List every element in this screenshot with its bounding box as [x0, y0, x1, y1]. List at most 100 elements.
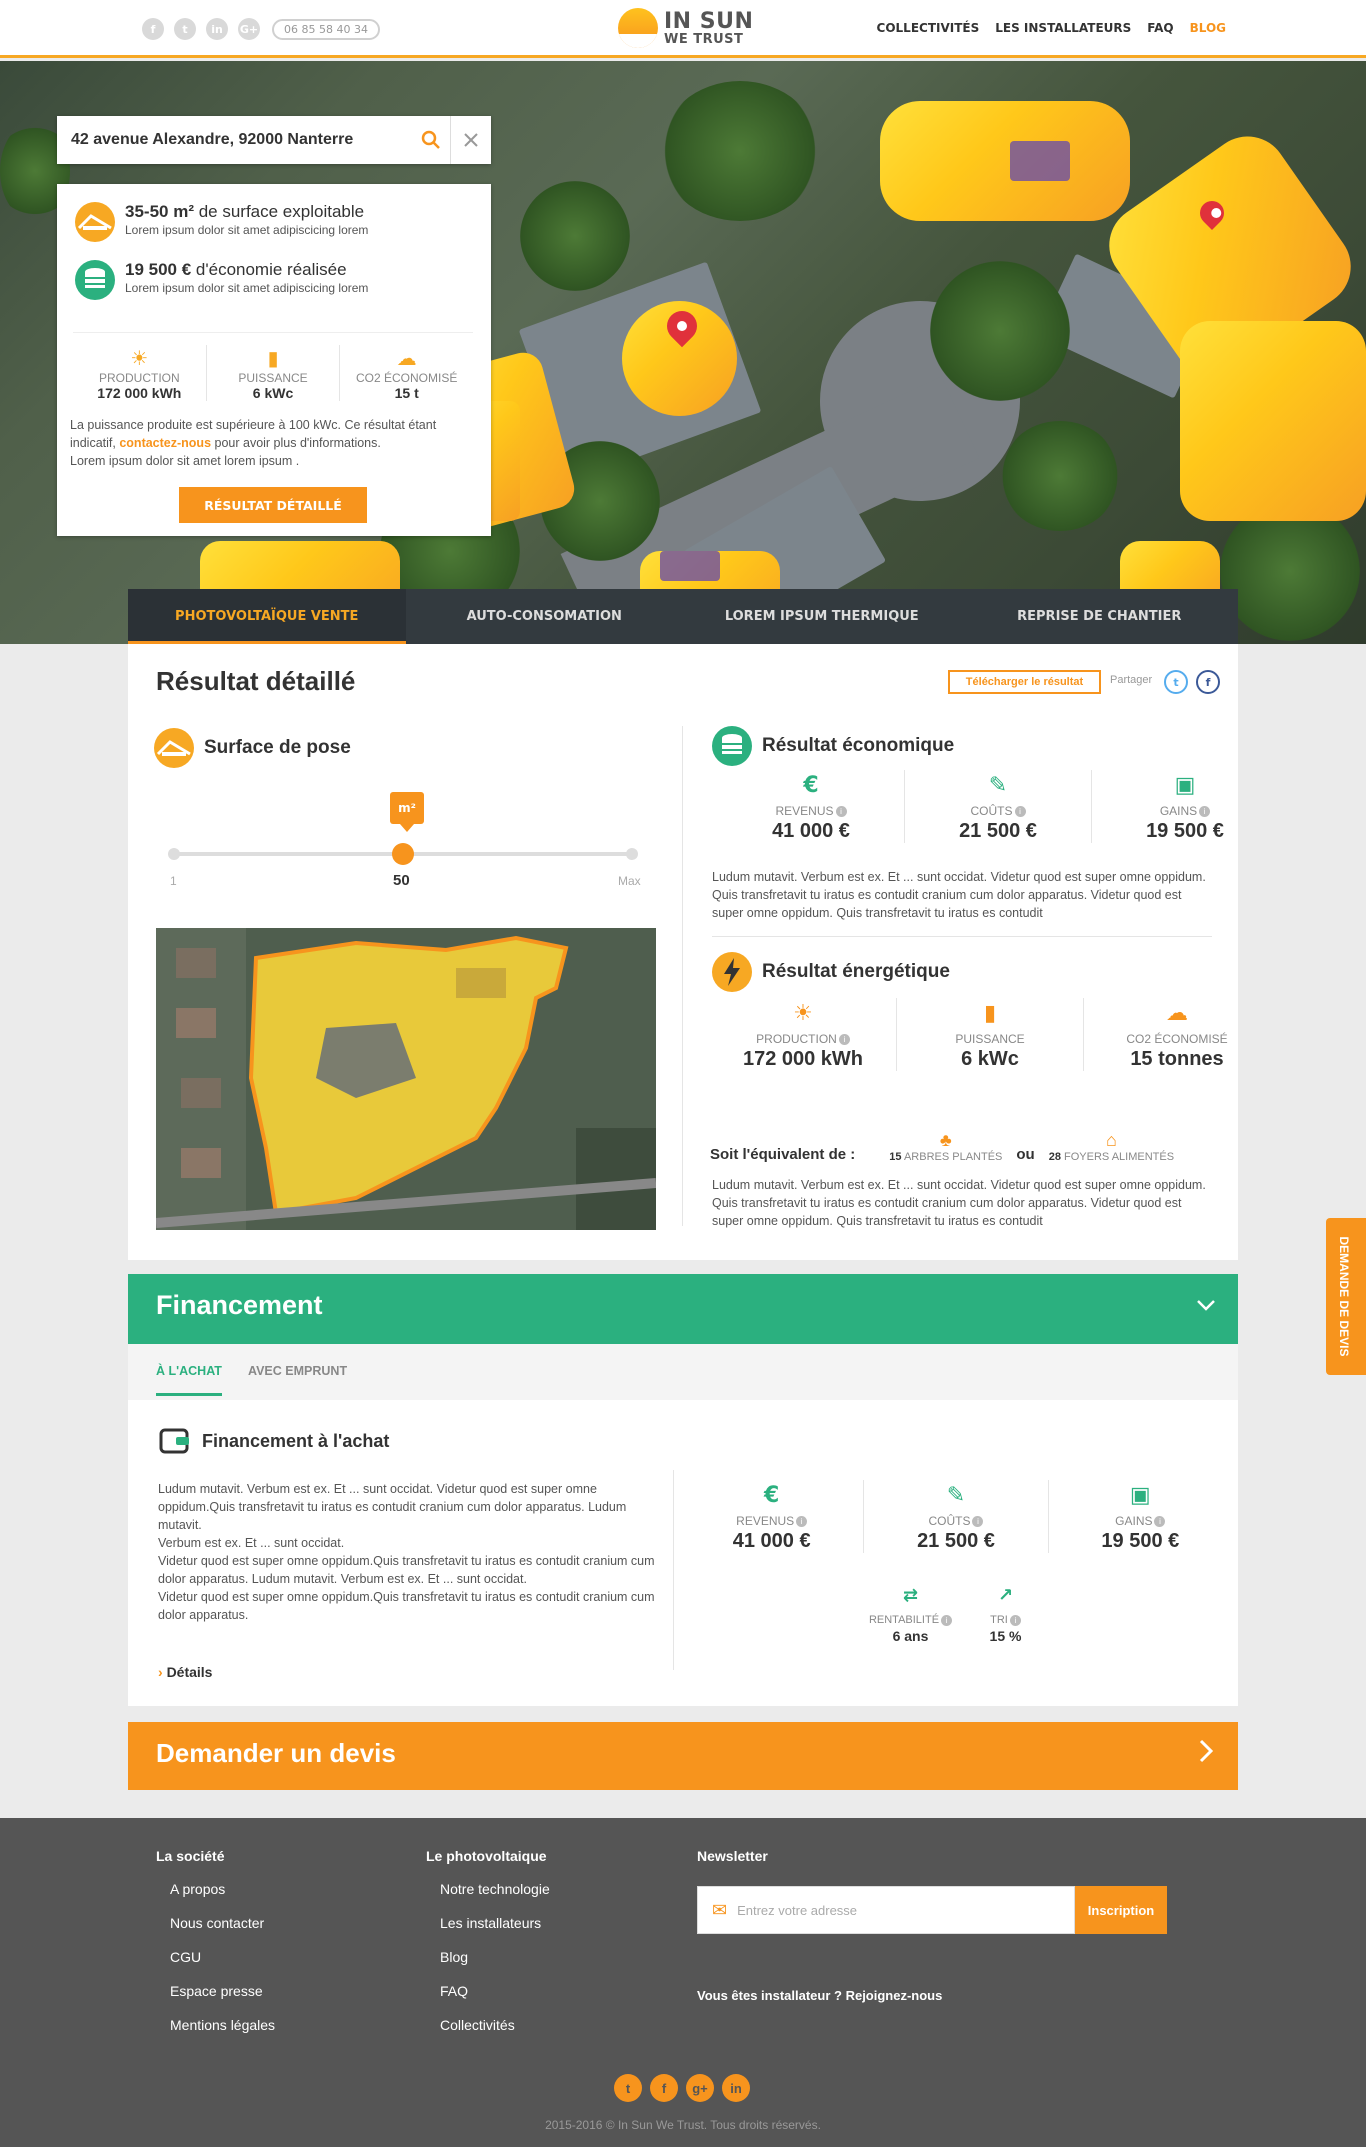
stat-label: REVENUS	[775, 804, 834, 818]
coins-icon	[712, 726, 752, 766]
chevron-down-icon[interactable]	[1196, 1294, 1216, 1318]
tab-thermique[interactable]: LOREM IPSUM THERMIQUE	[683, 589, 961, 644]
wrench-icon: ✎	[946, 1482, 966, 1508]
google-plus-icon[interactable]: G+	[238, 18, 260, 40]
footer-link[interactable]: CGU	[170, 1940, 275, 1974]
panel-note: La puissance produite est supérieure à 1…	[70, 416, 480, 470]
tab-photovoltaique-vente[interactable]: PHOTOVOLTAÏQUE VENTE	[128, 589, 406, 644]
stat-couts: ✎ COÛTS i 21 500 €	[905, 770, 1092, 843]
tab-reprise-chantier[interactable]: REPRISE DE CHANTIER	[961, 589, 1239, 644]
stat-revenus: € REVENUS i 41 000 €	[680, 1480, 865, 1553]
footer-link[interactable]: Mentions légales	[170, 2008, 275, 2042]
chevron-right-icon	[1198, 1738, 1214, 1771]
close-icon[interactable]	[451, 116, 491, 164]
satellite-map[interactable]: 42 avenue Alexandre, 92000 Nanterre 35-5…	[0, 61, 1366, 644]
financement-header[interactable]: Financement	[128, 1274, 1238, 1344]
surface-text: de surface exploitable	[193, 202, 365, 221]
tab-auto-consommation[interactable]: AUTO-CONSOMATION	[406, 589, 684, 644]
side-quote-tab[interactable]: DEMANDE DE DEVIS	[1326, 1218, 1366, 1375]
sun-icon: ☀	[130, 346, 149, 370]
info-icon[interactable]: i	[1014, 806, 1026, 818]
facebook-share-icon[interactable]: f	[1196, 670, 1220, 694]
stat-revenus: € REVENUS i 41 000 €	[718, 770, 905, 843]
equiv-trees-count: 15	[889, 1151, 902, 1163]
stat-production: ☀ PRODUCTION i 172 000 kWh	[710, 998, 897, 1071]
facebook-icon[interactable]: f	[142, 18, 164, 40]
euro-icon: €	[803, 772, 819, 798]
footer-link[interactable]: Notre technologie	[440, 1872, 550, 1906]
footer-link[interactable]: Espace presse	[170, 1974, 275, 2008]
info-icon[interactable]: i	[796, 1516, 808, 1528]
stat-label: TRI	[990, 1614, 1008, 1626]
twitter-icon[interactable]: t	[614, 2074, 642, 2102]
stat-label: REVENUS	[736, 1514, 795, 1528]
download-button[interactable]: Télécharger le résultat	[948, 670, 1101, 694]
tab-emprunt[interactable]: AVEC EMPRUNT	[248, 1364, 347, 1378]
stat-value: 19 500 €	[1146, 820, 1224, 842]
arrows-icon: ⇄	[902, 1584, 919, 1606]
address-search: 42 avenue Alexandre, 92000 Nanterre	[57, 116, 491, 164]
slider-max-dot	[626, 848, 638, 860]
installer-join-link[interactable]: Vous êtes installateur ? Rejoignez-nous	[697, 1988, 942, 2003]
linkedin-icon[interactable]: in	[722, 2074, 750, 2102]
nav-collectivites[interactable]: COLLECTIVITÉS	[877, 21, 980, 35]
info-icon[interactable]: i	[941, 1614, 953, 1626]
wallet-icon	[159, 1428, 189, 1454]
twitter-icon[interactable]: t	[174, 18, 196, 40]
trend-icon: ↗	[997, 1584, 1014, 1606]
facebook-icon[interactable]: f	[650, 2074, 678, 2102]
nav-installateurs[interactable]: LES INSTALLATEURS	[995, 21, 1131, 35]
tab-achat[interactable]: À L'ACHAT	[156, 1364, 222, 1396]
twitter-share-icon[interactable]: t	[1164, 670, 1188, 694]
newsletter-email-input[interactable]: ✉ Entrez votre adresse	[697, 1886, 1075, 1934]
info-icon[interactable]: i	[1009, 1614, 1021, 1626]
surface-title: Surface de pose	[204, 737, 351, 758]
solar-roof	[1180, 321, 1366, 521]
footer-link[interactable]: FAQ	[440, 1974, 550, 2008]
info-icon[interactable]: i	[838, 1034, 850, 1046]
euro-icon: €	[764, 1482, 780, 1508]
footer-link[interactable]: A propos	[170, 1872, 275, 1906]
stat-value: 15 tonnes	[1130, 1048, 1224, 1070]
mail-icon: ✉	[712, 1899, 728, 1920]
economic-heading: Résultat économique	[712, 726, 954, 766]
newsletter-subscribe-button[interactable]: Inscription	[1075, 1886, 1167, 1934]
stat-label: PUISSANCE	[238, 371, 308, 385]
nav-blog[interactable]: BLOG	[1190, 21, 1226, 35]
search-icon[interactable]	[411, 116, 451, 164]
slider-handle[interactable]	[392, 843, 414, 865]
footer-link[interactable]: Les installateurs	[440, 1906, 550, 1940]
detailed-result: Résultat détaillé Télécharger le résulta…	[128, 644, 1238, 1260]
footer-link[interactable]: Blog	[440, 1940, 550, 1974]
footer-link[interactable]: Nous contacter	[170, 1906, 275, 1940]
contact-link[interactable]: contactez-nous	[119, 436, 211, 450]
info-icon[interactable]: i	[1199, 806, 1211, 818]
site-logo[interactable]: IN SUN WE TRUST	[618, 8, 753, 48]
linkedin-icon[interactable]: in	[206, 18, 228, 40]
main-nav: COLLECTIVITÉS LES INSTALLATEURS FAQ BLOG	[877, 21, 1226, 35]
surface-slider[interactable]	[168, 843, 638, 865]
footer-col-title: La société	[156, 1848, 225, 1864]
info-icon[interactable]: i	[1154, 1516, 1166, 1528]
column-divider	[682, 726, 683, 1226]
financement-sub-title: Financement à l'achat	[202, 1430, 390, 1451]
equiv-homes-count: 28	[1048, 1151, 1061, 1163]
house-icon: ⌂	[1105, 1130, 1117, 1150]
request-quote-bar[interactable]: Demander un devis	[128, 1722, 1238, 1790]
address-input[interactable]: 42 avenue Alexandre, 92000 Nanterre	[57, 131, 411, 149]
info-icon[interactable]: i	[835, 806, 847, 818]
wallet-icon: ▣	[1174, 772, 1196, 798]
column-divider	[673, 1470, 674, 1670]
footer-socials: t f g+ in	[614, 2074, 750, 2102]
nav-faq[interactable]: FAQ	[1147, 21, 1173, 35]
stat-value: 6 ans	[892, 1628, 929, 1644]
equiv-homes-label: FOYERS ALIMENTÉS	[1064, 1151, 1175, 1163]
details-link[interactable]: › Détails	[158, 1664, 212, 1680]
bar-chart-icon: ▮	[267, 346, 279, 370]
phone-number[interactable]: 06 85 58 40 34	[272, 18, 380, 40]
info-icon[interactable]: i	[972, 1516, 984, 1528]
economy-text: d'économie réalisée	[191, 260, 347, 279]
footer-link[interactable]: Collectivités	[440, 2008, 550, 2042]
google-plus-icon[interactable]: g+	[686, 2074, 714, 2102]
detailed-result-button[interactable]: RÉSULTAT DÉTAILLÉ	[179, 487, 367, 523]
